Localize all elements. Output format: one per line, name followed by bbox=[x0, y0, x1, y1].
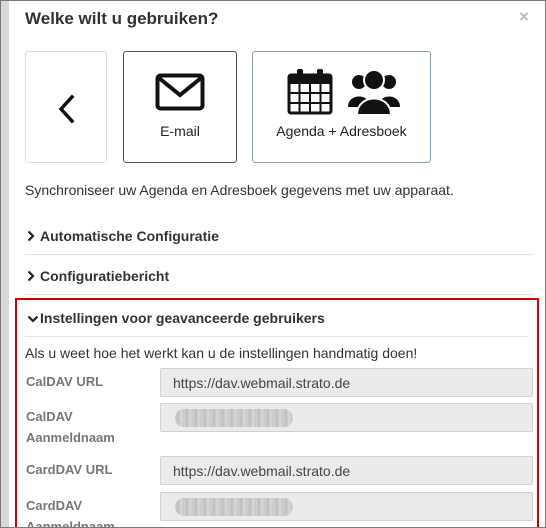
redacted-username-blur bbox=[175, 409, 293, 427]
caldav-username-label: CalDAV Aanmeldnaam bbox=[26, 409, 115, 445]
section-advanced-settings[interactable]: Instellingen voor geavanceerde gebruiker… bbox=[25, 300, 529, 337]
email-tile-label: E-mail bbox=[160, 123, 200, 139]
close-button[interactable]: × bbox=[519, 7, 529, 27]
chevron-right-icon bbox=[27, 270, 35, 282]
agenda-tile-label: Agenda + Adresboek bbox=[276, 123, 407, 139]
chevron-down-icon bbox=[27, 315, 39, 323]
carddav-username-label: CardDAV Aanmeldnaam bbox=[26, 498, 115, 528]
carddav-url-label: CardDAV URL bbox=[26, 462, 113, 477]
section-config-message[interactable]: Configuratiebericht bbox=[25, 257, 533, 295]
chevron-left-icon bbox=[58, 94, 75, 124]
section-label: Instellingen voor geavanceerde gebruiker… bbox=[40, 310, 325, 326]
envelope-icon bbox=[155, 73, 205, 111]
dialog: Welke wilt u gebruiken? × E-mail Agenda … bbox=[0, 0, 546, 528]
section-automatic-config[interactable]: Automatische Configuratie bbox=[25, 217, 533, 255]
advanced-intro-text: Als u weet hoe het werkt kan u de instel… bbox=[25, 345, 418, 361]
description-text: Synchroniseer uw Agenda en Adresboek geg… bbox=[25, 182, 454, 198]
advanced-settings-panel: Instellingen voor geavanceerde gebruiker… bbox=[15, 298, 539, 528]
chevron-right-icon bbox=[27, 230, 35, 242]
carddav-url-field[interactable] bbox=[160, 456, 533, 485]
redacted-username-blur bbox=[175, 498, 293, 516]
calendar-icon bbox=[287, 69, 333, 115]
agenda-addressbook-tile[interactable]: Agenda + Adresboek bbox=[252, 51, 431, 163]
section-label: Automatische Configuratie bbox=[40, 228, 219, 244]
back-tile[interactable] bbox=[25, 51, 107, 163]
caldav-url-field[interactable] bbox=[160, 368, 533, 397]
email-tile[interactable]: E-mail bbox=[123, 51, 237, 163]
caldav-url-label: CalDAV URL bbox=[26, 374, 104, 389]
users-icon bbox=[348, 69, 400, 115]
backdrop-edge bbox=[1, 1, 9, 527]
section-label: Configuratiebericht bbox=[40, 268, 170, 284]
dialog-title: Welke wilt u gebruiken? bbox=[25, 9, 219, 28]
